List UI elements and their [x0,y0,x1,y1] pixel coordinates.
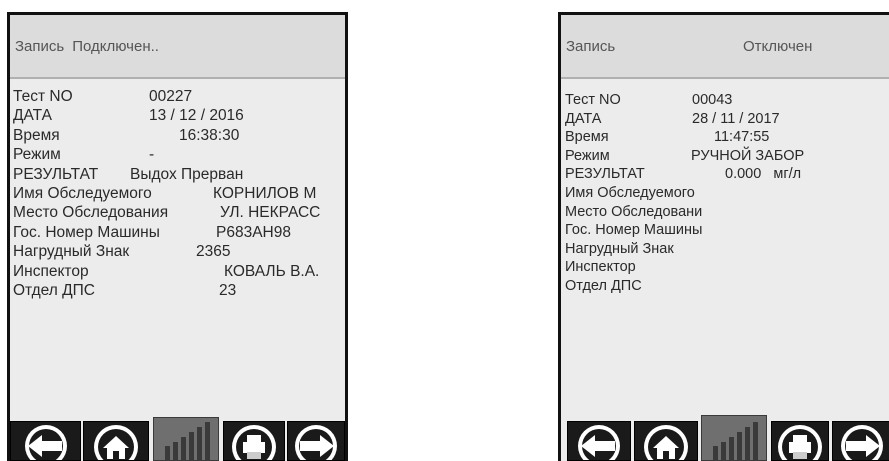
back-button[interactable] [10,421,81,461]
print-button[interactable] [771,421,829,461]
record-label: Запись [566,37,616,55]
row-key: Гос. Номер Машины [13,223,160,241]
row-value: КОВАЛЬ В.А. [224,262,320,280]
printer-icon [224,422,284,460]
row-key: Имя Обследуемого [565,184,695,201]
arrow-left-icon [568,422,630,460]
row-value: 2365 [196,243,231,261]
row-key: Время [13,126,60,144]
row-value: 00227 [149,88,193,105]
row-key: Тест NO [565,92,621,108]
row-key: Режим [565,147,610,164]
row-value: 00043 [692,92,733,108]
record-label: Запись [15,37,65,55]
row-key: Отдел ДПС [565,277,642,294]
print-button[interactable] [223,421,285,461]
record-details: Тест NO 00227 ДАТА 13 / 12 / 2016 Время … [10,79,345,461]
row-key: Время [565,129,609,146]
row-value: 13 / 12 / 2016 [149,107,244,125]
row-badge: Нагрудный Знак [565,240,889,259]
status-header: Запись Подключен.. [10,15,345,77]
row-dps-unit: Отдел ДПС 23 [13,281,345,300]
row-value: РУЧНОЙ ЗАБОР [691,147,805,164]
home-icon [84,422,148,460]
row-value: - [149,146,155,164]
row-key: Режим [13,146,61,164]
row-mode: Режим РУЧНОЙ ЗАБОР [565,147,889,166]
home-button[interactable] [634,421,698,461]
row-key: ДАТА [565,110,602,127]
row-result: РЕЗУЛЬТАТ 0.000 мг/л [565,165,889,184]
row-date: ДАТА 13 / 12 / 2016 [13,106,345,125]
row-dps-unit: Отдел ДПС [565,277,889,296]
row-key: Инспектор [565,259,636,276]
row-key: Тест NO [13,88,73,105]
row-value: КОРНИЛОВ М [213,184,317,202]
row-key: Гос. Номер Машины [565,222,703,239]
row-inspector: Инспектор КОВАЛЬ В.А. [13,262,345,281]
row-plate-number: Гос. Номер Машины [565,221,889,240]
arrow-right-icon [288,422,344,460]
stats-button[interactable] [153,417,219,461]
row-plate-number: Гос. Номер Машины Р683АН98 [13,223,345,242]
bar-chart-icon [154,418,218,460]
home-icon [635,422,697,460]
row-key: Отдел ДПС [13,281,95,299]
row-value: 28 / 11 / 2017 [692,110,780,127]
row-test-no: Тест NO 00043 [565,91,889,110]
connection-status: Отключен [743,37,813,55]
toolbar [561,415,889,461]
row-inspector: Инспектор [565,258,889,277]
forward-button[interactable] [832,421,889,461]
row-badge: Нагрудный Знак 2365 [13,242,345,261]
row-time: Время 16:38:30 [13,126,345,145]
row-key: Имя Обследуемого [13,184,152,202]
device-screen-right: Запись Отключен Тест NO 00043 ДАТА 28 / … [558,12,889,461]
device-screen-left: Запись Подключен.. Тест NO 00227 ДАТА 13… [7,12,348,461]
row-key: ДАТА [13,107,52,125]
printer-icon [772,422,828,460]
arrow-left-icon [11,422,80,460]
row-value: 16:38:30 [179,126,240,144]
back-button[interactable] [567,421,631,461]
status-header: Запись Отключен [561,15,889,77]
row-subject-name: Имя Обследуемого [565,184,889,203]
row-value: 0.000 мг/л [725,166,802,183]
record-details: Тест NO 00043 ДАТА 28 / 11 / 2017 Время … [561,79,889,461]
forward-button[interactable] [287,421,345,461]
row-test-no: Тест NO 00227 [13,87,345,106]
row-value: УЛ. НЕКРАСС [220,204,321,222]
row-date: ДАТА 28 / 11 / 2017 [565,110,889,129]
connection-status: Подключен.. [72,37,159,55]
row-result: РЕЗУЛЬТАТ Выдох Прерван [13,165,345,184]
row-key: Нагрудный Знак [565,240,674,257]
row-value: Выдох Прерван [130,165,244,183]
row-key: РЕЗУЛЬТАТ [13,165,99,183]
stats-button[interactable] [701,415,767,461]
row-key: Нагрудный Знак [13,243,130,261]
row-exam-place: Место Обследования УЛ. НЕКРАСС [13,203,345,222]
home-button[interactable] [83,421,149,461]
row-value: 11:47:55 [714,129,770,146]
bar-chart-icon [702,416,766,460]
row-key: РЕЗУЛЬТАТ [565,166,645,183]
row-key: Инспектор [13,262,89,280]
row-key: Место Обследовани [565,203,703,220]
row-value: Р683АН98 [216,223,291,241]
row-mode: Режим - [13,145,345,164]
row-key: Место Обследования [13,204,169,222]
toolbar [10,417,345,461]
row-subject-name: Имя Обследуемого КОРНИЛОВ М [13,184,345,203]
arrow-right-icon [833,422,889,460]
row-time: Время 11:47:55 [565,128,889,147]
row-exam-place: Место Обследовани [565,203,889,222]
row-value: 23 [219,281,237,299]
